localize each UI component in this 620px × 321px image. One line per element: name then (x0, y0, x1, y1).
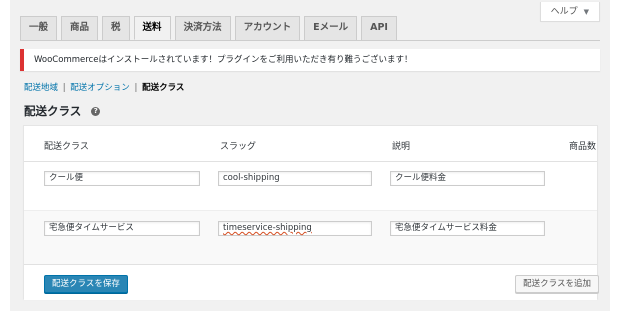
column-header-description: 説明 (392, 142, 411, 152)
shipping-subnav: 配送地域 | 配送オプション | 配送クラス (24, 81, 184, 93)
table-row: クール便 cool-shipping クール便料金 (24, 162, 597, 211)
tab-email[interactable]: Eメール (304, 16, 358, 40)
class-description-input[interactable]: 宅急便タイムサービス料金 (390, 221, 545, 236)
tabs-divider (20, 40, 600, 41)
subnav-shipping-zones[interactable]: 配送地域 (24, 83, 58, 93)
settings-tabs: 一般 商品 税 送料 決済方法 アカウント Eメール API (20, 16, 397, 40)
help-icon[interactable]: ? (91, 106, 101, 116)
column-header-count: 商品数 (569, 142, 597, 152)
settings-page: ヘルプ ▼ 一般 商品 税 送料 決済方法 アカウント Eメール API Woo… (10, 0, 610, 311)
subnav-shipping-classes: 配送クラス (142, 83, 185, 93)
page-bottom-margin (0, 311, 620, 321)
table-footer: 配送クラスを保存 配送クラスを追加 (24, 264, 599, 300)
tab-api[interactable]: API (361, 16, 397, 40)
tab-products[interactable]: 商品 (61, 16, 99, 40)
add-shipping-class-button[interactable]: 配送クラスを追加 (515, 275, 599, 293)
class-name-input[interactable]: クール便 (44, 171, 200, 186)
page-title: 配送クラス ? (24, 103, 101, 119)
help-label: ヘルプ (550, 6, 578, 17)
tab-general[interactable]: 一般 (20, 16, 58, 40)
class-description-input[interactable]: クール便料金 (390, 171, 545, 186)
tab-tax[interactable]: 税 (102, 16, 130, 40)
table-row: 宅急便タイムサービス timeservice-shipping 宅急便タイムサー… (24, 211, 597, 264)
shipping-classes-table: 配送クラス スラッグ 説明 商品数 クール便 cool-shipping クール… (23, 125, 599, 300)
tab-shipping[interactable]: 送料 (133, 16, 171, 40)
subnav-separator: | (62, 83, 66, 93)
save-shipping-classes-button[interactable]: 配送クラスを保存 (44, 275, 128, 293)
subnav-separator: | (134, 83, 138, 93)
tab-account[interactable]: アカウント (234, 16, 301, 40)
tab-checkout[interactable]: 決済方法 (174, 16, 231, 40)
chevron-down-icon: ▼ (583, 7, 589, 16)
class-slug-input[interactable]: cool-shipping (218, 171, 372, 186)
table-header: 配送クラス スラッグ 説明 商品数 (24, 126, 597, 162)
page-title-text: 配送クラス (24, 104, 82, 118)
class-slug-input[interactable]: timeservice-shipping (218, 221, 372, 236)
subnav-shipping-options[interactable]: 配送オプション (70, 83, 130, 93)
install-notice: WooCommerceはインストールされています！プラグインをご利用いただき有り… (20, 49, 600, 71)
class-name-input[interactable]: 宅急便タイムサービス (44, 221, 200, 236)
column-header-slug: スラッグ (220, 142, 257, 152)
column-header-name: 配送クラス (44, 142, 89, 152)
help-tab-button[interactable]: ヘルプ ▼ (539, 2, 600, 22)
